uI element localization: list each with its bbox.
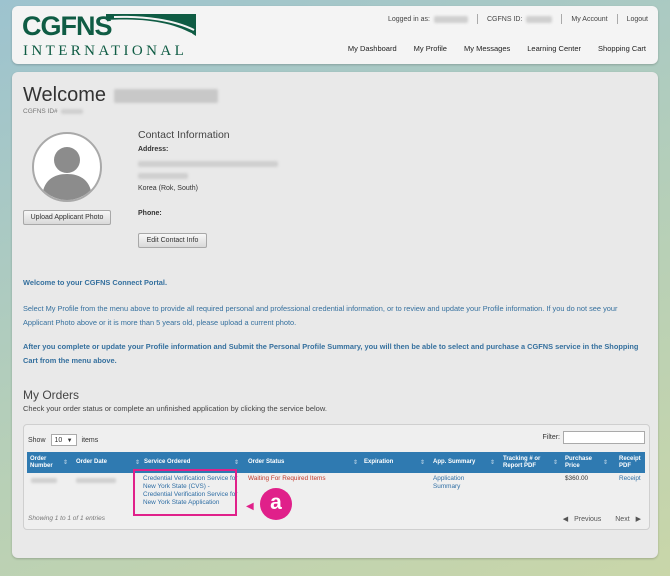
phone-label: Phone: bbox=[138, 210, 162, 217]
divider bbox=[616, 14, 618, 24]
col-app-summary[interactable]: App. Summary bbox=[433, 452, 483, 473]
service-highlight-box bbox=[133, 469, 237, 516]
redacted-id bbox=[61, 108, 84, 114]
id-label: CGFNS ID# bbox=[23, 108, 58, 115]
logged-in-label: Logged in as: bbox=[387, 15, 430, 23]
table-info: Showing 1 to 1 of 1 entries bbox=[28, 515, 105, 522]
redacted-order-date bbox=[76, 478, 116, 483]
welcome-heading: Welcome bbox=[23, 84, 218, 107]
address-label: Address: bbox=[138, 146, 169, 153]
chevron-left-icon[interactable]: ◀ bbox=[563, 516, 568, 523]
chevron-down-icon: ▼ bbox=[66, 438, 73, 444]
upload-photo-button[interactable]: Upload Applicant Photo bbox=[23, 210, 111, 225]
col-expiration[interactable]: Expiration bbox=[364, 452, 404, 473]
redacted-cgfns-id bbox=[526, 15, 553, 23]
welcome-text: Welcome bbox=[23, 84, 106, 106]
contact-info-title: Contact Information bbox=[138, 129, 230, 141]
my-orders-subtitle: Check your order status or complete an u… bbox=[23, 404, 327, 413]
sort-icon[interactable]: ⇕ bbox=[490, 459, 495, 466]
edit-contact-button[interactable]: Edit Contact Info bbox=[138, 233, 207, 248]
callout-badge: a bbox=[260, 488, 292, 520]
app-summary-link[interactable]: Application Summary bbox=[433, 475, 483, 491]
sort-icon[interactable]: ⇕ bbox=[603, 459, 608, 466]
sort-icon[interactable]: ⇕ bbox=[135, 459, 140, 466]
redacted-name bbox=[114, 88, 218, 103]
order-status: Waiting For Required Items bbox=[248, 475, 326, 482]
redacted-order-number bbox=[31, 478, 57, 483]
page-size-value: 10 bbox=[54, 437, 63, 444]
nav-my-profile[interactable]: My Profile bbox=[414, 44, 447, 53]
nav-shopping-cart[interactable]: Shopping Cart bbox=[598, 44, 646, 53]
logo-wordmark: CGFNS bbox=[22, 11, 112, 41]
col-order-date[interactable]: Order Date bbox=[76, 452, 116, 473]
my-account-link[interactable]: My Account bbox=[571, 16, 607, 23]
next-button[interactable]: Next bbox=[615, 516, 629, 523]
dashboard-panel: Welcome CGFNS ID# Upload Applicant Photo… bbox=[12, 72, 658, 558]
sort-icon[interactable]: ⇕ bbox=[553, 459, 558, 466]
orders-table-header: Order Number ⇕ Order Date ⇕ Service Orde… bbox=[27, 452, 645, 473]
redacted-address-line-1 bbox=[138, 161, 278, 167]
pagination: ◀ Previous Next ▶ bbox=[555, 515, 641, 523]
sort-icon[interactable]: ⇕ bbox=[234, 459, 239, 466]
applicant-photo-placeholder bbox=[32, 132, 102, 202]
divider bbox=[561, 14, 563, 24]
purchase-instructions: After you complete or update your Profil… bbox=[23, 342, 639, 365]
orders-table-container: Show 10 ▼ items Filter: Order Number ⇕ O… bbox=[23, 424, 650, 530]
logo-swoosh-icon bbox=[106, 14, 196, 36]
page-size-control: Show 10 ▼ items bbox=[28, 434, 98, 446]
items-label: items bbox=[81, 436, 99, 444]
logout-link[interactable]: Logout bbox=[627, 16, 648, 23]
nav-my-dashboard[interactable]: My Dashboard bbox=[348, 44, 397, 53]
col-order-status[interactable]: Order Status bbox=[248, 452, 308, 473]
my-orders-title: My Orders bbox=[23, 388, 80, 402]
main-nav: My Dashboard My Profile My Messages Lear… bbox=[331, 44, 646, 53]
nav-my-messages[interactable]: My Messages bbox=[464, 44, 510, 53]
cgfns-id-line: CGFNS ID# bbox=[23, 108, 84, 115]
show-label: Show bbox=[28, 436, 46, 444]
filter-input[interactable] bbox=[563, 431, 645, 444]
address-country: Korea (Rok, South) bbox=[138, 185, 198, 192]
page-size-select[interactable]: 10 ▼ bbox=[50, 434, 77, 446]
sort-icon[interactable]: ⇕ bbox=[353, 459, 358, 466]
col-purchase-price[interactable]: Purchase Price bbox=[565, 452, 597, 473]
filter-label: Filter: bbox=[542, 434, 561, 441]
redacted-username bbox=[434, 15, 468, 23]
profile-instructions: Select My Profile from the menu above to… bbox=[23, 304, 618, 327]
callout-arrow-icon: ◀ bbox=[246, 501, 254, 512]
welcome-message: Welcome to your CGFNS Connect Portal. bbox=[23, 278, 167, 287]
col-tracking-report[interactable]: Tracking # or Report PDF bbox=[503, 452, 549, 473]
logo-subtitle: INTERNATIONAL bbox=[23, 43, 188, 59]
purchase-price: $360.00 bbox=[565, 475, 589, 482]
user-info-bar: Logged in as: CGFNS ID: My Account Logou… bbox=[388, 14, 648, 24]
receipt-link[interactable]: Receipt bbox=[619, 475, 641, 483]
sort-icon[interactable]: ⇕ bbox=[63, 459, 68, 466]
sort-icon[interactable]: ⇕ bbox=[420, 459, 425, 466]
redacted-address-line-2 bbox=[138, 173, 188, 179]
col-order-number[interactable]: Order Number bbox=[30, 452, 60, 473]
filter-control: Filter: bbox=[542, 431, 645, 444]
col-receipt-pdf[interactable]: Receipt PDF bbox=[619, 452, 643, 473]
nav-learning-center[interactable]: Learning Center bbox=[527, 44, 581, 53]
cgfns-logo[interactable]: CGFNS INTERNATIONAL bbox=[22, 12, 202, 60]
chevron-right-icon[interactable]: ▶ bbox=[636, 516, 641, 523]
previous-button[interactable]: Previous bbox=[574, 516, 601, 523]
table-row: Credential Verification Service for New … bbox=[27, 473, 645, 511]
cgfns-id-label: CGFNS ID: bbox=[487, 15, 523, 23]
user-silhouette-icon bbox=[42, 147, 92, 200]
divider bbox=[477, 14, 478, 24]
top-header: CGFNS INTERNATIONAL Logged in as: CGFNS … bbox=[12, 6, 658, 64]
